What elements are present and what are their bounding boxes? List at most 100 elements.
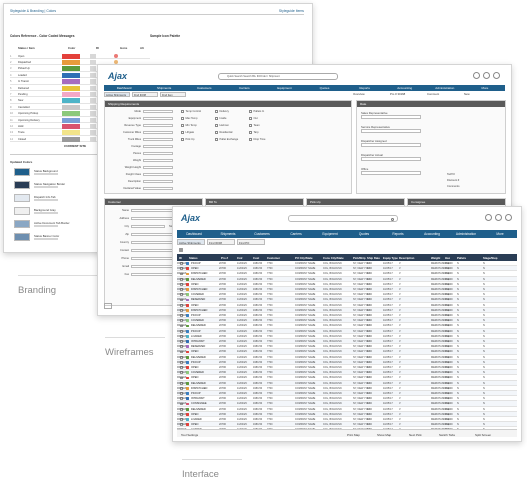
wf-nav-item[interactable]: Shipments xyxy=(144,85,184,91)
wf-rate-input[interactable] xyxy=(361,143,421,147)
wf-sub-tab[interactable]: Find Item xyxy=(160,92,186,97)
if-nav-item[interactable]: Quotes xyxy=(347,230,381,238)
if-nav-item[interactable]: Dashboard xyxy=(177,230,211,238)
if-filter-icon[interactable] xyxy=(179,247,183,252)
wf-rate-input[interactable] xyxy=(361,115,421,119)
wf-right-link[interactable]: Pro # 30168 xyxy=(390,92,405,96)
if-column-header[interactable]: Cons City/State xyxy=(323,256,344,260)
wf-right-link[interactable]: Overview xyxy=(353,92,365,96)
if-column-header[interactable]: Pro # xyxy=(221,256,228,260)
wf-nav-item[interactable]: Reports xyxy=(345,85,385,91)
if-header-icons[interactable] xyxy=(485,214,513,222)
wf-checkbox[interactable] xyxy=(249,110,252,113)
if-nav-item[interactable]: Customers xyxy=(245,230,279,238)
if-column-header[interactable]: Cust xyxy=(253,256,259,260)
if-column-header[interactable]: Status xyxy=(189,256,198,260)
wf-nav-item[interactable]: Quotes xyxy=(304,85,344,91)
if-nav-item[interactable]: Reports xyxy=(381,230,415,238)
wf-req-input[interactable] xyxy=(143,144,173,149)
if-search-input[interactable] xyxy=(288,215,398,222)
if-column-header[interactable]: Description xyxy=(399,256,414,260)
if-column-header[interactable]: Customer xyxy=(267,256,280,260)
wf-checkbox[interactable] xyxy=(249,124,252,127)
wf-nav-item[interactable]: Carriers xyxy=(224,85,264,91)
wf-checkbox[interactable] xyxy=(249,138,252,141)
wf-nav-item[interactable]: Dashboard xyxy=(104,85,144,91)
if-add-icon[interactable] xyxy=(485,214,492,221)
if-sub-tab[interactable]: Find PO xyxy=(237,239,265,245)
if-footer-action[interactable]: Show Map xyxy=(377,433,391,437)
if-column-header[interactable]: Stage/Step xyxy=(483,256,497,260)
wf-nav-item[interactable]: More xyxy=(465,85,505,91)
wf-checkbox[interactable] xyxy=(181,110,184,113)
wf-checkbox[interactable] xyxy=(215,138,218,141)
wf-user-icon[interactable] xyxy=(493,72,500,79)
wf-req-input[interactable] xyxy=(143,179,173,184)
wf-req-input[interactable] xyxy=(143,186,173,191)
wf-nav-item[interactable]: Customers xyxy=(184,85,224,91)
if-footer-action[interactable]: Switch Tabs xyxy=(439,433,455,437)
if-nav-item[interactable]: Administration xyxy=(449,230,483,238)
wf-add-icon[interactable] xyxy=(473,72,480,79)
wf-header-icons[interactable] xyxy=(473,72,501,80)
wf-right-link[interactable]: Comment xyxy=(427,92,439,96)
if-nav-item[interactable]: Equipment xyxy=(313,230,347,238)
wf-req-input[interactable] xyxy=(143,151,173,156)
if-column-header[interactable]: Pallets xyxy=(457,256,466,260)
wf-req-input[interactable] xyxy=(143,109,173,114)
wf-settings-icon[interactable] xyxy=(483,72,490,79)
if-footer-action[interactable]: Split Screen xyxy=(475,433,491,437)
wf-nav-item[interactable]: Equipment xyxy=(264,85,304,91)
wf-nav-item[interactable]: Administration xyxy=(425,85,465,91)
table-cell: N xyxy=(457,288,459,292)
wf-checkbox[interactable] xyxy=(215,124,218,127)
if-nav-item[interactable]: Carriers xyxy=(279,230,313,238)
if-footer-action[interactable]: Next Pick xyxy=(409,433,422,437)
if-column-header[interactable]: Weight xyxy=(431,256,440,260)
wf-sub-tab[interactable]: Active Shipments xyxy=(104,92,130,97)
wf-sub-tab[interactable]: Find ID/08 xyxy=(132,92,158,97)
wf-req-input[interactable] xyxy=(143,172,173,177)
if-column-header[interactable]: Ship Date xyxy=(367,256,380,260)
wf-contact-input[interactable] xyxy=(131,224,165,229)
if-column-header[interactable]: Cstr xyxy=(237,256,243,260)
wf-right-link[interactable]: New xyxy=(464,92,470,96)
if-settings-icon[interactable] xyxy=(495,214,502,221)
if-column-header[interactable]: Haz xyxy=(445,256,450,260)
wf-checkbox[interactable] xyxy=(249,131,252,134)
wf-req-input[interactable] xyxy=(143,130,173,135)
wf-checkbox[interactable] xyxy=(181,124,184,127)
wf-req-input[interactable] xyxy=(143,123,173,128)
wf-checkbox[interactable] xyxy=(249,117,252,120)
wf-rate-input[interactable] xyxy=(361,171,421,175)
wf-search-input[interactable]: Quick Search Search B/L ID/Order / Shipm… xyxy=(218,73,338,80)
if-sub-tab[interactable]: Active Shipments xyxy=(177,239,205,245)
wf-checkbox[interactable] xyxy=(181,138,184,141)
if-nav-item[interactable]: Accounting xyxy=(415,230,449,238)
if-column-header[interactable]: Pick/Ship xyxy=(353,256,366,260)
status-color-icon xyxy=(186,386,189,390)
if-nav-item[interactable]: Shipments xyxy=(211,230,245,238)
wf-nav-item[interactable]: Accounting xyxy=(385,85,425,91)
branding-doc-link[interactable]: Styleguide Items xyxy=(279,9,304,13)
wf-req-input[interactable] xyxy=(143,116,173,121)
if-user-icon[interactable] xyxy=(505,214,512,221)
wf-req-input[interactable] xyxy=(143,165,173,170)
wf-resize-grip[interactable] xyxy=(104,303,112,309)
wf-checkbox[interactable] xyxy=(215,110,218,113)
wf-checkbox[interactable] xyxy=(181,131,184,134)
wf-checkbox[interactable] xyxy=(215,117,218,120)
if-column-header[interactable]: ID xyxy=(179,256,182,260)
if-column-header[interactable]: Equip Type xyxy=(383,256,398,260)
wf-req-input[interactable] xyxy=(143,137,173,142)
wf-req-input[interactable] xyxy=(143,158,173,163)
if-sub-tab[interactable]: Find ID/08 xyxy=(207,239,235,245)
if-footer-action[interactable]: Tool Settings xyxy=(181,433,198,437)
wf-rate-input[interactable] xyxy=(361,129,421,133)
wf-rate-input[interactable] xyxy=(361,157,421,161)
wf-checkbox[interactable] xyxy=(215,131,218,134)
wf-checkbox[interactable] xyxy=(181,117,184,120)
if-column-header[interactable]: PU City/State xyxy=(295,256,313,260)
if-nav-item[interactable]: More xyxy=(483,230,517,238)
if-footer-action[interactable]: Print Map xyxy=(347,433,360,437)
